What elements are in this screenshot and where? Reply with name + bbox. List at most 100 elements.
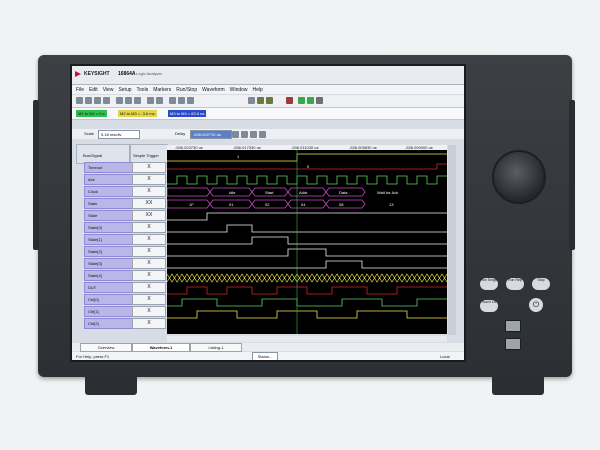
menu-window[interactable]: Window — [230, 87, 248, 93]
horizontal-scrollbar[interactable] — [167, 336, 447, 342]
usb-port-icon[interactable] — [505, 320, 521, 332]
trigger-cell[interactable]: XX — [132, 210, 166, 221]
usb-port-icon[interactable] — [505, 338, 521, 350]
signal-row: State XX — [76, 210, 166, 221]
trigger-cell[interactable]: X — [132, 186, 166, 197]
nav-last-icon[interactable] — [259, 131, 266, 138]
menu-help[interactable]: Help — [253, 87, 263, 93]
signal-name[interactable]: Clock — [84, 186, 134, 197]
status-button[interactable]: Status... — [252, 352, 278, 360]
marker-m3-to-m4[interactable]: M3 to M4 = 63.6 ns — [168, 110, 207, 117]
trigger-cell[interactable]: X — [132, 162, 166, 173]
state-value-label: 13 — [389, 202, 394, 207]
trigger-cell[interactable]: X — [132, 246, 166, 257]
signal-row: Clock X — [76, 186, 166, 197]
zoom-out-icon[interactable] — [178, 97, 185, 104]
record-icon[interactable] — [286, 97, 293, 104]
waveform-display[interactable]: 1 0 Idle Start Addr Data Wait for Ack 1F… — [167, 150, 447, 334]
state-name-data: Data — [339, 190, 348, 195]
left-handle — [33, 100, 39, 250]
tab-listing-1[interactable]: Listing-1 — [190, 343, 242, 352]
signal-name[interactable]: State[2] — [84, 246, 134, 257]
trigger-cell[interactable]: X — [132, 318, 166, 329]
paste-icon[interactable] — [134, 97, 141, 104]
run-rep-button[interactable]: Run Rep — [506, 278, 524, 290]
signal-name[interactable]: State — [84, 198, 134, 209]
menu-file[interactable]: File — [76, 87, 84, 93]
marker-t-icon[interactable] — [156, 97, 163, 104]
ack-value-label: 0 — [307, 164, 310, 169]
title-bar: KEYSIGHT 16864A Logic Analyzer — [72, 66, 464, 85]
signal-name[interactable]: DUT — [84, 282, 134, 293]
marker-m-icon[interactable] — [147, 97, 154, 104]
state-value-label: 01 — [229, 202, 234, 207]
signal-name[interactable]: Ctrl[2] — [84, 318, 134, 329]
menu-setup[interactable]: Setup — [118, 87, 131, 93]
signal-name[interactable]: State[1] — [84, 234, 134, 245]
menu-view[interactable]: View — [103, 87, 114, 93]
trigger-cell[interactable]: X — [132, 282, 166, 293]
marker-m1-to-m2[interactable]: M1 to M2 = 0 s — [76, 110, 107, 117]
zoom-fit-icon[interactable] — [187, 97, 194, 104]
print-icon[interactable] — [103, 97, 110, 104]
bus-signal-header-label: Bus/Signal — [83, 153, 103, 158]
trigger-cell[interactable]: X — [132, 306, 166, 317]
trigger-cell[interactable]: X — [132, 234, 166, 245]
signal-name[interactable]: Timeout — [84, 162, 134, 173]
tab-waveform-1[interactable]: Waveform-1 — [132, 343, 190, 352]
trigger-cell[interactable]: X — [132, 222, 166, 233]
stop-icon[interactable] — [316, 97, 323, 104]
signal-name[interactable]: State[4] — [84, 270, 134, 281]
bus-signal-header[interactable]: Bus/Signal — [76, 144, 130, 164]
menu-markers[interactable]: Markers — [153, 87, 171, 93]
check-icon[interactable] — [248, 97, 255, 104]
copy-icon[interactable] — [125, 97, 132, 104]
nav-next-icon[interactable] — [250, 131, 257, 138]
tab-overview[interactable]: Overview — [80, 343, 132, 352]
trigger-cell[interactable]: X — [132, 258, 166, 269]
signal-name[interactable]: Ctrl[0] — [84, 294, 134, 305]
menu-run-stop[interactable]: Run/Stop — [176, 87, 197, 93]
trigger-cell[interactable]: X — [132, 174, 166, 185]
trace-dut-inverse — [167, 273, 447, 283]
signal-name[interactable]: State[0] — [84, 222, 134, 233]
signal-name[interactable]: Ack — [84, 174, 134, 185]
trigger-cell[interactable]: X — [132, 294, 166, 305]
bus-state-segment — [167, 187, 211, 197]
simple-trigger-header[interactable]: Simple Trigger — [130, 144, 168, 164]
model-number: 16864A — [118, 71, 136, 77]
menu-edit[interactable]: Edit — [89, 87, 98, 93]
zoom-in-icon[interactable] — [169, 97, 176, 104]
stop-button[interactable]: Stop — [532, 278, 550, 290]
power-button-icon[interactable]: ⏻ — [529, 298, 543, 312]
trigger-cell[interactable]: X — [132, 270, 166, 281]
run-repetitive-icon[interactable] — [307, 97, 314, 104]
app-subtitle: Logic Analyzer — [136, 71, 163, 76]
control-row: Scale 5.18 ms/div Delay -536.002710 us — [72, 129, 464, 139]
trigger-cell[interactable]: XX — [132, 198, 166, 209]
new-file-icon[interactable] — [76, 97, 83, 104]
trace-state-1 — [167, 224, 447, 233]
touch-off-button[interactable]: Touch Off — [480, 300, 498, 312]
signal-name[interactable]: State — [84, 210, 134, 221]
vertical-scrollbar[interactable] — [448, 145, 456, 335]
marker-m2-to-m3[interactable]: M2 to M3 = -3.6 ms — [118, 110, 157, 117]
signal-name[interactable]: Ctrl[1] — [84, 306, 134, 317]
signal-name[interactable]: State[3] — [84, 258, 134, 269]
delay-field[interactable]: -536.002710 us — [190, 130, 232, 139]
cut-icon[interactable] — [116, 97, 123, 104]
nav-first-icon[interactable] — [232, 131, 239, 138]
menu-tools[interactable]: Tools — [137, 87, 149, 93]
signal-row: Ctrl[1] X — [76, 306, 166, 317]
run-icon[interactable] — [298, 97, 305, 104]
save-icon[interactable] — [94, 97, 101, 104]
open-file-icon[interactable] — [85, 97, 92, 104]
toolbar — [72, 95, 464, 108]
rotary-knob[interactable] — [492, 150, 546, 204]
menu-waveform[interactable]: Waveform — [202, 87, 225, 93]
check-next-icon[interactable] — [266, 97, 273, 104]
nav-prev-icon[interactable] — [241, 131, 248, 138]
run-single-button[interactable]: Run Single — [480, 278, 498, 290]
scale-field[interactable]: 5.18 ms/div — [98, 130, 140, 139]
check-all-icon[interactable] — [257, 97, 264, 104]
